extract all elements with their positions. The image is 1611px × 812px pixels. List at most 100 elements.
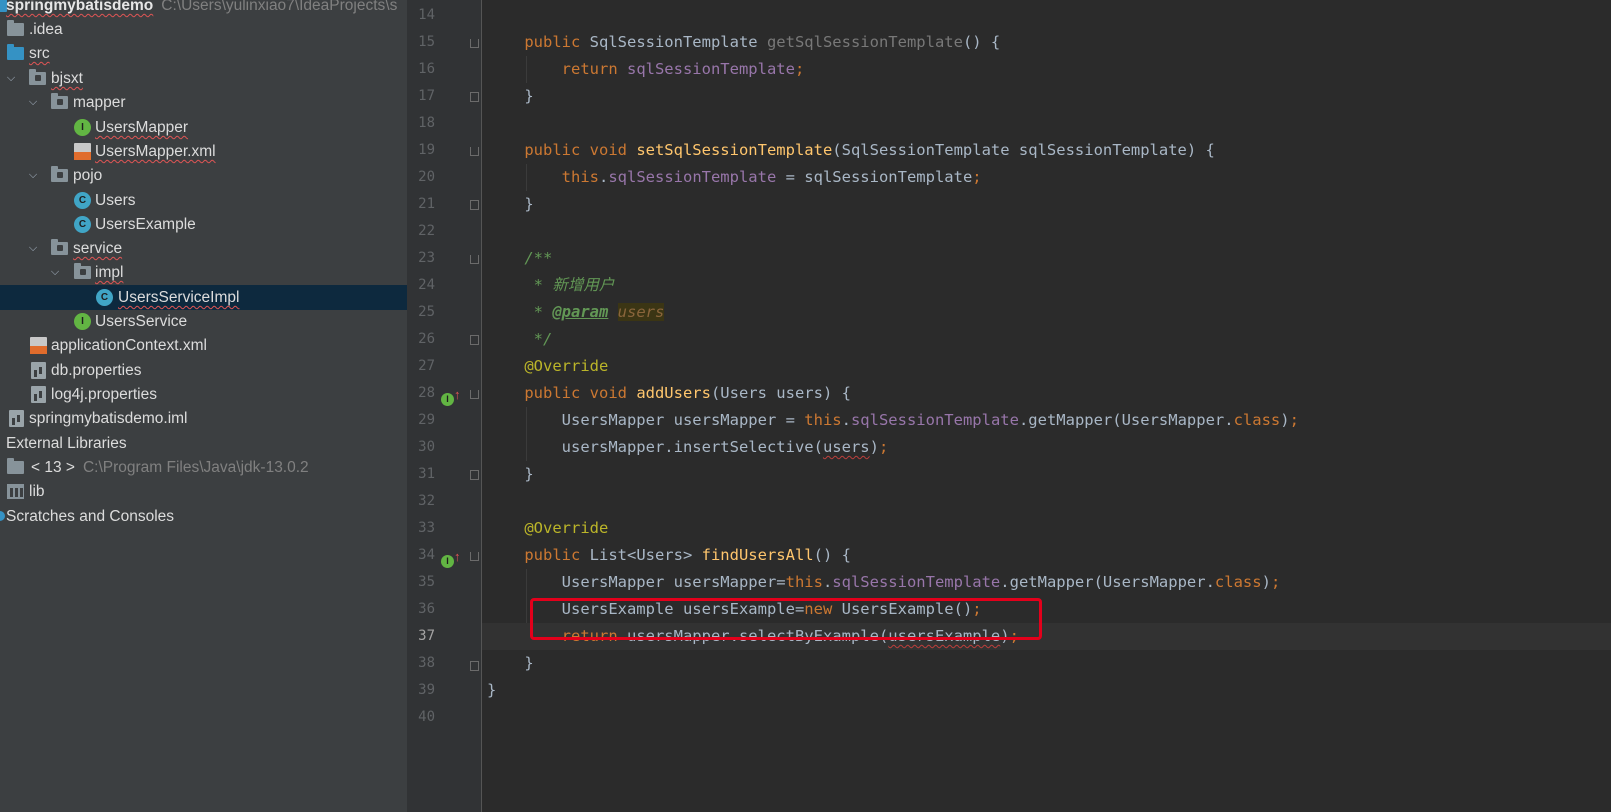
package-icon: [29, 69, 46, 85]
chevron-down-icon[interactable]: ⌵: [25, 236, 41, 261]
tree-item-jdk[interactable]: < 13 > C:\Program Files\Java\jdk-13.0.2: [0, 455, 407, 480]
tree-item-log4j-properties[interactable]: log4j.properties: [0, 382, 407, 407]
code-line-25: * @param users: [524, 303, 665, 321]
tree-item-label: UsersMapper.xml: [95, 143, 216, 160]
line-number: 31: [418, 466, 435, 482]
tree-item-root[interactable]: springmybatisdemo C:\Users\yulinxiao7\Ide…: [0, 0, 407, 18]
chevron-down-icon[interactable]: ⌵: [47, 260, 63, 285]
properties-file-icon: [31, 386, 46, 403]
code-line-19: public void setSqlSessionTemplate(SqlSes…: [524, 141, 1215, 159]
chevron-down-icon[interactable]: ⌵: [25, 163, 41, 188]
fold-marker[interactable]: [470, 552, 479, 561]
code-line-21: }: [524, 195, 534, 213]
fold-marker[interactable]: [470, 661, 479, 671]
line-number: 15: [418, 34, 435, 50]
tree-item-label: log4j.properties: [51, 386, 157, 403]
class-icon: C: [74, 192, 91, 209]
line-number: 22: [418, 223, 435, 239]
line-number: 21: [418, 196, 435, 212]
tree-item-label: .idea: [29, 21, 63, 38]
line-number: 19: [418, 142, 435, 158]
fold-marker[interactable]: [470, 147, 479, 156]
tree-item-service[interactable]: ⌵ service: [0, 236, 407, 261]
fold-marker[interactable]: [470, 255, 479, 264]
tree-item-label: UsersExample: [95, 216, 196, 233]
code-line-39: }: [487, 681, 497, 699]
tree-item-usersexample[interactable]: C UsersExample: [0, 212, 407, 237]
tree-item-mapper[interactable]: ⌵ mapper: [0, 90, 407, 115]
interface-icon: I: [74, 119, 91, 136]
package-icon: [51, 239, 68, 255]
code-line-33: @Override: [524, 519, 609, 537]
line-number: 34: [418, 547, 435, 563]
scratches-icon: [0, 511, 5, 521]
tree-item-label: lib: [29, 483, 45, 500]
tree-item-usersmapper-xml[interactable]: UsersMapper.xml: [0, 139, 407, 164]
tree-item-label: UsersService: [95, 313, 188, 330]
line-number-current: 37: [418, 628, 435, 644]
tree-item-impl[interactable]: ⌵ impl: [0, 260, 407, 285]
override-icon[interactable]: I: [441, 393, 454, 406]
tree-item-usersserviceimpl[interactable]: C UsersServiceImpl: [0, 285, 407, 310]
tree-item-external-libraries[interactable]: External Libraries: [0, 431, 407, 456]
properties-file-icon: [31, 362, 46, 379]
tree-item-label: impl: [95, 264, 124, 281]
tree-item-users[interactable]: C Users: [0, 188, 407, 213]
code-editor[interactable]: 14 15 16 17 18 19 20 21 22 23 24 25 26 2…: [407, 0, 1611, 812]
code-line-38: }: [524, 654, 534, 672]
line-number: 38: [418, 655, 435, 671]
arrow-up-icon: ↑: [454, 387, 461, 402]
tree-item-db-properties[interactable]: db.properties: [0, 358, 407, 383]
tree-item-scratches[interactable]: Scratches and Consoles: [0, 504, 407, 529]
tree-item-usersservice[interactable]: I UsersService: [0, 309, 407, 334]
code-line-27: @Override: [524, 357, 609, 375]
tree-item-bjsxt[interactable]: ⌵ bjsxt: [0, 66, 407, 91]
code-line-24: * 新增用户: [524, 276, 615, 294]
tree-item-label: Users: [95, 192, 136, 209]
package-icon: [51, 93, 68, 109]
tree-item-iml[interactable]: springmybatisdemo.iml: [0, 406, 407, 431]
fold-marker[interactable]: [470, 390, 479, 399]
tree-item-label: Scratches and Consoles: [6, 508, 175, 525]
tree-item-label: db.properties: [51, 362, 142, 379]
tree-item-lib[interactable]: lib: [0, 479, 407, 504]
xml-file-icon: [74, 143, 91, 160]
chevron-down-icon[interactable]: ⌵: [25, 90, 41, 115]
package-icon: [51, 166, 68, 182]
tree-item-applicationcontext[interactable]: applicationContext.xml: [0, 333, 407, 358]
fold-marker[interactable]: [470, 470, 479, 480]
chevron-down-icon[interactable]: ⌵: [3, 66, 19, 91]
fold-marker[interactable]: [470, 39, 479, 48]
tree-item-label: springmybatisdemo: [6, 0, 154, 14]
interface-icon: I: [74, 313, 91, 330]
line-number: 33: [418, 520, 435, 536]
tree-item-idea[interactable]: .idea: [0, 17, 407, 42]
line-number: 17: [418, 88, 435, 104]
code-line-20: this.sqlSessionTemplate = sqlSessionTemp…: [561, 168, 982, 186]
line-number: 32: [418, 493, 435, 509]
code-line-15: public SqlSessionTemplate getSqlSessionT…: [524, 33, 1001, 51]
tree-item-label: src: [29, 45, 50, 62]
line-number: 23: [418, 250, 435, 266]
code-line-23: /**: [524, 249, 553, 267]
tree-item-pojo[interactable]: ⌵ pojo: [0, 163, 407, 188]
fold-marker[interactable]: [470, 335, 479, 345]
tree-item-path: C:\Users\yulinxiao7\IdeaProjects\s: [161, 0, 398, 14]
tree-item-label: UsersServiceImpl: [118, 289, 240, 306]
highlight-box: [530, 598, 1042, 640]
line-number: 28: [418, 385, 435, 401]
code-line-30: usersMapper.insertSelective(users);: [561, 438, 889, 456]
code-line-28: public void addUsers(Users users) {: [524, 384, 851, 402]
tree-item-label: < 13 >: [31, 459, 75, 476]
folder-icon: [7, 20, 24, 36]
module-file-icon: [9, 410, 24, 427]
fold-marker[interactable]: [470, 92, 479, 102]
override-icon[interactable]: I: [441, 555, 454, 568]
tree-item-usersmapper[interactable]: I UsersMapper: [0, 115, 407, 140]
code-line-35: UsersMapper usersMapper=this.sqlSessionT…: [561, 573, 1281, 591]
line-number: 35: [418, 574, 435, 590]
code-line-17: }: [524, 87, 534, 105]
tree-item-src[interactable]: src: [0, 41, 407, 66]
fold-marker[interactable]: [470, 200, 479, 210]
tree-item-label: applicationContext.xml: [51, 337, 207, 354]
